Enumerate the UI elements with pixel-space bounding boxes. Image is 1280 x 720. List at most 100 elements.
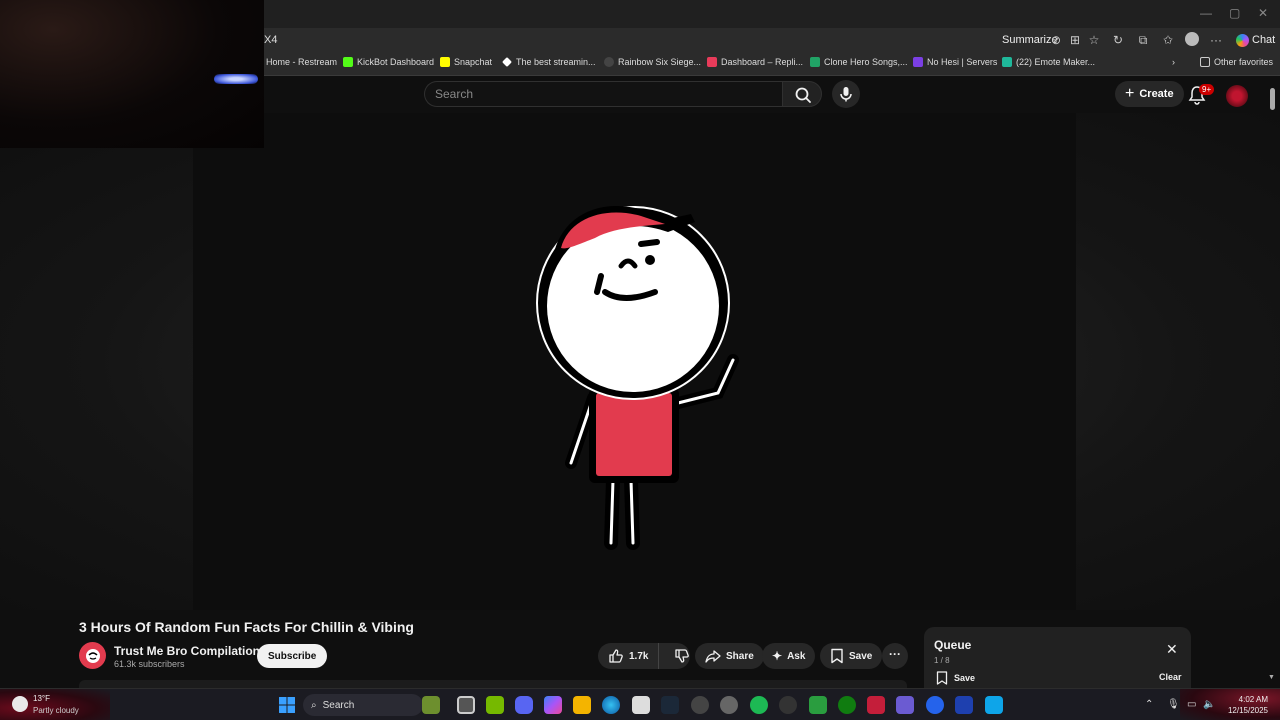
file-explorer-icon[interactable] (573, 696, 591, 714)
video-player[interactable] (193, 113, 1076, 610)
xbox-icon[interactable] (838, 696, 856, 714)
obs-icon[interactable] (691, 696, 709, 714)
spotify-icon[interactable] (750, 696, 768, 714)
taskbar-search[interactable]: ⌕ Search (303, 694, 423, 716)
tray-overflow-icon[interactable]: ⌃ (1145, 699, 1153, 710)
queue-save-button[interactable]: Save (936, 671, 975, 685)
bookmark-streaming[interactable]: The best streamin... (502, 57, 596, 67)
webcam-overlay (0, 0, 264, 148)
search-input[interactable] (425, 82, 782, 106)
edge-app-icon[interactable] (955, 696, 973, 714)
close-window-button[interactable]: ✕ (1258, 6, 1268, 20)
weather-description[interactable]: Partly cloudy (33, 706, 79, 715)
extensions-icon[interactable]: ⧉ (1135, 32, 1151, 48)
bookmark-snapchat[interactable]: Snapchat (440, 57, 492, 67)
bookmark-icon (831, 648, 843, 664)
profile-icon[interactable] (1184, 32, 1200, 48)
scroll-down-icon[interactable]: ▼ (1268, 674, 1275, 681)
discord-icon[interactable] (515, 696, 533, 714)
microphone-icon (840, 87, 852, 102)
4k-downloader-icon[interactable] (779, 696, 797, 714)
bookmark-label: Dashboard – Repli... (721, 57, 804, 67)
favorite-star-icon[interactable]: ☆ (1086, 32, 1102, 48)
clock[interactable]: 4:02 AM 12/15/2025 (1226, 694, 1268, 716)
notepad-icon[interactable] (985, 696, 1003, 714)
network-icon[interactable]: ▭ (1187, 699, 1196, 710)
bookmark-no-hesi[interactable]: No Hesi | Servers (913, 57, 997, 67)
windows-start-icon[interactable] (278, 696, 296, 714)
microphone-tray-icon[interactable]: 🎙 (1167, 699, 1180, 710)
channel-name[interactable]: Trust Me Bro Compilations (114, 644, 267, 658)
other-favorites[interactable]: Other favorites (1200, 57, 1273, 67)
bookmark-rainbow-six[interactable]: Rainbow Six Siege... (604, 57, 701, 67)
volume-icon[interactable]: 🔈 (1203, 699, 1215, 710)
copilot-icon (1236, 33, 1249, 47)
other-favorites-label: Other favorites (1214, 57, 1274, 67)
clock-time: 4:02 AM (1238, 695, 1268, 704)
close-icon[interactable]: ✕ (1166, 641, 1178, 658)
screen: — ▢ ✕ X4 Summarize ⊘ ⊞ ☆ ↻ ⧉ ✩ ··· Chat … (0, 0, 1280, 720)
replit-icon (707, 57, 717, 67)
like-button[interactable]: 1.7k (598, 643, 660, 669)
summarize-icon: ⊘ (1050, 33, 1062, 47)
chat-label: Chat (1252, 34, 1276, 46)
bookmark-clone-hero[interactable]: Clone Hero Songs,... (810, 57, 908, 67)
bookmark-icon (936, 671, 948, 685)
copilot-chat-button[interactable]: Chat (1232, 31, 1279, 49)
ask-label: Ask (787, 650, 806, 662)
channel-logo-icon (85, 648, 100, 663)
queue-clear-button[interactable]: Clear (1159, 672, 1182, 682)
url-text[interactable]: X4 (264, 34, 277, 46)
settings-gear-icon[interactable] (720, 696, 738, 714)
cactus-app-icon[interactable] (422, 696, 440, 714)
more-actions-button[interactable]: ··· (882, 643, 908, 669)
steam-icon[interactable] (661, 696, 679, 714)
msi-afterburner-icon[interactable] (867, 696, 885, 714)
kickbot-icon (343, 57, 353, 67)
settings-menu-icon[interactable]: ··· (1208, 32, 1224, 48)
edge-browser-icon[interactable] (602, 696, 620, 714)
media-player-icon[interactable] (926, 696, 944, 714)
subscribe-button[interactable]: Subscribe (257, 644, 328, 668)
voice-search-button[interactable] (832, 80, 860, 108)
ask-button[interactable]: ✦ Ask (762, 643, 816, 669)
bookmark-replit[interactable]: Dashboard – Repli... (707, 57, 803, 67)
split-screen-icon[interactable]: ⊞ (1067, 32, 1083, 48)
nvidia-icon[interactable] (486, 696, 504, 714)
bookmark-label: The best streamin... (516, 57, 596, 67)
maximize-button[interactable]: ▢ (1229, 6, 1240, 20)
refresh-icon[interactable]: ↻ (1110, 32, 1126, 48)
webcam-led-strip (214, 74, 258, 84)
search-box (424, 81, 782, 107)
notification-badge: 9+ (1199, 84, 1215, 95)
minimize-button[interactable]: — (1200, 6, 1212, 20)
visual-studio-icon[interactable] (896, 696, 914, 714)
task-view-icon[interactable] (457, 696, 475, 714)
share-arrow-icon (705, 650, 721, 663)
account-avatar[interactable] (1226, 85, 1248, 107)
create-label: Create (1139, 88, 1174, 100)
bookmark-restream[interactable]: Home - Restream (266, 57, 337, 67)
windows-taskbar: 13°F Partly cloudy ⌕ Search ⌃ 🎙 ▭ 🔈 4:02… (0, 688, 1280, 720)
b-app-icon[interactable] (809, 696, 827, 714)
microsoft-store-icon[interactable] (632, 696, 650, 714)
channel-avatar[interactable] (79, 642, 106, 669)
sheets-icon (810, 57, 820, 67)
subscriber-count: 61.3k subscribers (114, 659, 185, 669)
queue-title: Queue (934, 638, 972, 652)
page-scrollbar[interactable] (1270, 88, 1275, 110)
like-dislike-group: 1.7k (598, 643, 690, 669)
weather-cloud-icon[interactable] (12, 696, 28, 712)
favorites-icon[interactable]: ✩ (1160, 32, 1176, 48)
thumbs-down-icon (675, 649, 690, 663)
bookmark-emote-maker[interactable]: (22) Emote Maker... (1002, 57, 1095, 67)
save-button[interactable]: Save (820, 643, 883, 669)
create-button[interactable]: + Create (1115, 81, 1184, 107)
bookmarks-overflow-icon[interactable]: › (1172, 57, 1175, 67)
search-button[interactable] (782, 81, 822, 107)
copilot-icon[interactable] (544, 696, 562, 714)
bookmark-kickbot[interactable]: KickBot Dashboard (343, 57, 434, 67)
weather-temperature[interactable]: 13°F (33, 694, 50, 703)
queue-save-label: Save (954, 673, 976, 683)
share-button[interactable]: Share (695, 643, 764, 669)
